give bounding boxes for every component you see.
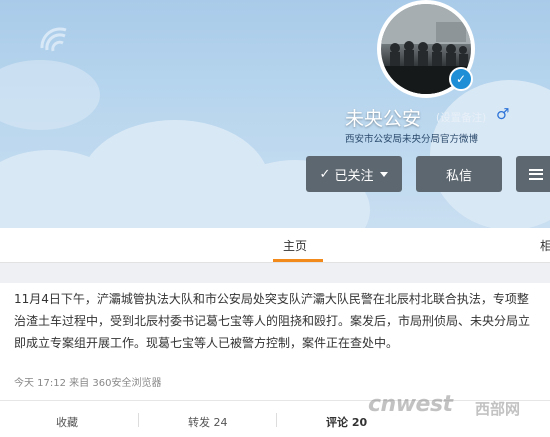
profile-cover: ✓ 未央公安 (设置备注) ♂ 西安市公安局未央分局官方微博 ✓ 已关注 私信 [0, 0, 550, 228]
profile-tabs: 主页 相 [0, 228, 550, 263]
post-actions: 收藏 转发 24 评论 20 [0, 400, 550, 437]
repost-button[interactable]: 转发 24 [188, 414, 228, 430]
chevron-down-icon [380, 171, 389, 177]
male-gender-icon: ♂ [496, 105, 510, 123]
check-icon: ✓ [319, 166, 331, 182]
profile-name: 未央公安 [345, 108, 422, 130]
weibo-post: 11月4日下午，浐灞城管执法大队和市公安局处突支队浐灞大队民警在北辰村北联合执法… [0, 283, 550, 436]
section-divider [0, 263, 550, 283]
tab-album[interactable]: 相 [540, 237, 550, 254]
watermark-cn: 西部网 [475, 400, 521, 418]
post-text: 11月4日下午，浐灞城管执法大队和市公安局处突支队浐灞大队民警在北辰村北联合执法… [14, 292, 531, 350]
message-label: 私信 [445, 168, 472, 184]
post-meta: 今天 17:12 来自 360安全浏览器 [14, 378, 162, 389]
signal-icon [40, 27, 67, 52]
followed-label: 已关注 [334, 168, 374, 184]
more-menu-button[interactable] [516, 156, 550, 192]
cloud-decoration [430, 80, 550, 228]
action-divider [276, 413, 277, 427]
active-tab-indicator [273, 259, 323, 262]
action-divider [138, 413, 139, 427]
tab-home[interactable]: 主页 [283, 237, 307, 254]
watermark-logo: cnwest [368, 392, 453, 417]
set-remark-link[interactable]: (设置备注) [436, 110, 486, 125]
cloud-decoration [0, 60, 100, 130]
profile-description: 西安市公安局未央分局官方微博 [345, 134, 479, 145]
followed-button[interactable]: ✓ 已关注 [306, 156, 402, 192]
message-button[interactable]: 私信 [416, 156, 502, 192]
favorite-button[interactable]: 收藏 [56, 414, 78, 430]
menu-icon [529, 168, 543, 180]
comment-button[interactable]: 评论 20 [326, 414, 367, 430]
verified-icon: ✓ [449, 67, 473, 91]
